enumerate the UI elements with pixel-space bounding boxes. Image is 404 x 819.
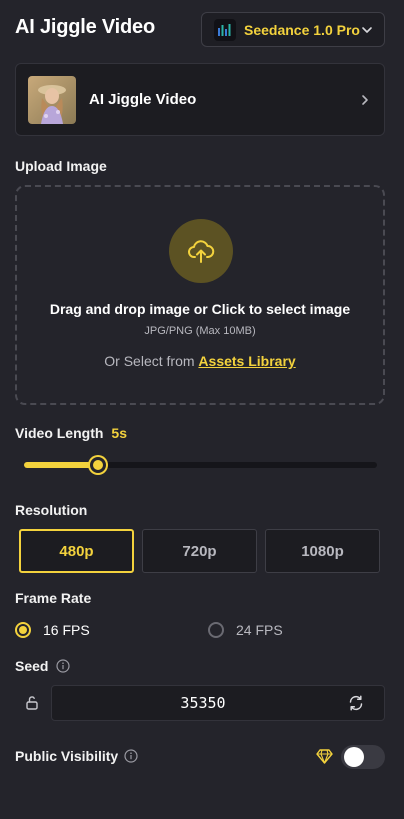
model-logo-icon — [214, 18, 236, 41]
diamond-icon — [316, 749, 333, 764]
public-visibility-toggle[interactable] — [341, 745, 385, 769]
upload-instructions: Drag and drop image or Click to select i… — [49, 301, 351, 317]
video-length-label: Video Length — [15, 425, 104, 441]
slider-thumb[interactable] — [90, 457, 107, 473]
model-name: Seedance 1.0 Pro — [244, 21, 360, 38]
seed-lock-button[interactable] — [15, 686, 49, 720]
seed-refresh-button[interactable] — [346, 693, 366, 713]
seed-label-row: Seed — [15, 658, 71, 674]
resolution-label: Resolution — [15, 502, 88, 518]
assets-line: Or Select from Assets Library — [17, 353, 383, 369]
toggle-knob — [344, 747, 364, 767]
unlock-icon — [26, 696, 38, 710]
slider-fill — [24, 462, 99, 468]
template-label: AI Jiggle Video — [89, 91, 197, 108]
page-title: AI Jiggle Video — [15, 16, 155, 38]
resolution-1080p-button[interactable]: 1080p — [265, 529, 380, 573]
fps-24-radio[interactable] — [208, 622, 224, 638]
public-visibility-row: Public Visibility — [15, 748, 138, 764]
frame-rate-label: Frame Rate — [15, 590, 92, 606]
chevron-right-icon — [362, 94, 368, 105]
template-card[interactable]: AI Jiggle Video — [15, 63, 385, 136]
cloud-upload-icon — [169, 219, 233, 283]
resolution-720p-button[interactable]: 720p — [142, 529, 257, 573]
fps-24-option[interactable]: 24 FPS — [208, 622, 283, 638]
public-visibility-label: Public Visibility — [15, 748, 119, 764]
assets-library-link[interactable]: Assets Library — [198, 353, 295, 369]
template-thumbnail — [28, 75, 76, 124]
video-length-value: 5s — [111, 425, 127, 441]
chevron-down-icon — [362, 26, 372, 33]
info-icon[interactable] — [56, 659, 71, 673]
upload-section-label: Upload Image — [15, 158, 107, 174]
resolution-480p-button[interactable]: 480p — [19, 529, 134, 573]
fps-16-label: 16 FPS — [43, 622, 90, 638]
fps-16-option[interactable]: 16 FPS — [15, 622, 90, 638]
fps-24-label: 24 FPS — [236, 622, 283, 638]
upload-dropzone[interactable]: Drag and drop image or Click to select i… — [15, 185, 385, 405]
upload-formats: JPG/PNG (Max 10MB) — [144, 325, 256, 337]
assets-prefix: Or Select from — [104, 353, 195, 369]
model-select[interactable]: Seedance 1.0 Pro — [201, 12, 385, 47]
fps-16-radio[interactable] — [15, 622, 31, 638]
video-length-slider[interactable] — [24, 457, 377, 473]
refresh-icon — [349, 695, 363, 711]
seed-label: Seed — [15, 658, 49, 674]
seed-input[interactable] — [51, 685, 385, 721]
info-icon[interactable] — [124, 749, 138, 763]
video-length-row: Video Length 5s — [15, 425, 127, 441]
